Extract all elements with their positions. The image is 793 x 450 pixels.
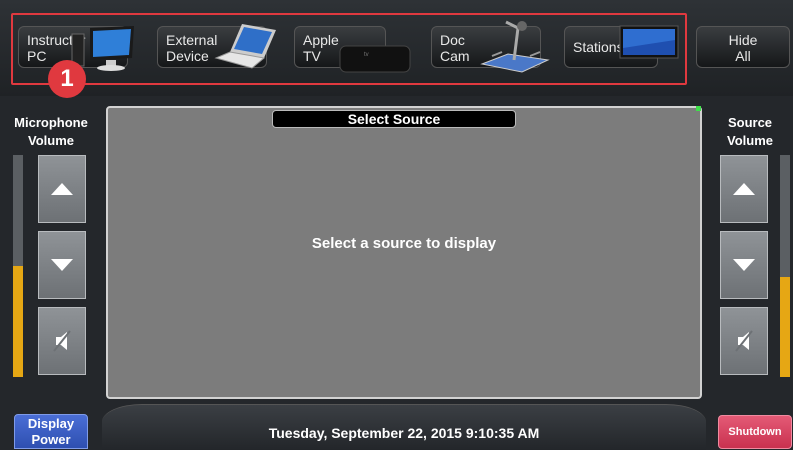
source-highlight-box (11, 13, 687, 85)
source-title-line2: Volume (727, 133, 773, 148)
microphone-level-meter (13, 155, 23, 377)
preview-screen (106, 106, 702, 399)
triangle-down-icon (51, 259, 73, 271)
hide-all-button[interactable]: Hide All (696, 26, 790, 68)
source-volume-up-button[interactable] (720, 155, 768, 223)
source-volume-title: Source Volume (710, 114, 790, 150)
triangle-up-icon (51, 183, 73, 195)
microphone-title-line2: Volume (28, 133, 74, 148)
speaker-mute-icon (53, 330, 71, 352)
datetime-display: Tuesday, September 22, 2015 9:10:35 AM (268, 425, 540, 441)
display-power-button[interactable]: Display Power (14, 414, 88, 449)
source-level-meter (780, 155, 790, 377)
microphone-level-fill (13, 266, 23, 377)
display-power-line1: Display (27, 416, 75, 431)
microphone-volume-up-button[interactable] (38, 155, 86, 223)
microphone-volume-title: Microphone Volume (4, 114, 98, 150)
microphone-volume-down-button[interactable] (38, 231, 86, 299)
status-indicator-led (696, 106, 701, 111)
triangle-up-icon (733, 183, 755, 195)
speaker-mute-icon (735, 330, 753, 352)
display-power-line2: Power (31, 432, 71, 447)
source-title-line1: Source (727, 115, 773, 130)
source-level-fill (780, 277, 790, 377)
microphone-mute-button[interactable] (38, 307, 86, 375)
microphone-title-line1: Microphone (14, 115, 88, 130)
triangle-down-icon (733, 259, 755, 271)
hide-all-line1: Hide (728, 32, 758, 48)
callout-badge: 1 (48, 60, 86, 98)
screen-message: Select a source to display (311, 235, 497, 252)
screen-title: Select Source (272, 110, 516, 128)
hide-all-line2: All (735, 48, 751, 64)
source-volume-down-button[interactable] (720, 231, 768, 299)
source-mute-button[interactable] (720, 307, 768, 375)
shutdown-button[interactable]: Shutdown (718, 415, 792, 449)
